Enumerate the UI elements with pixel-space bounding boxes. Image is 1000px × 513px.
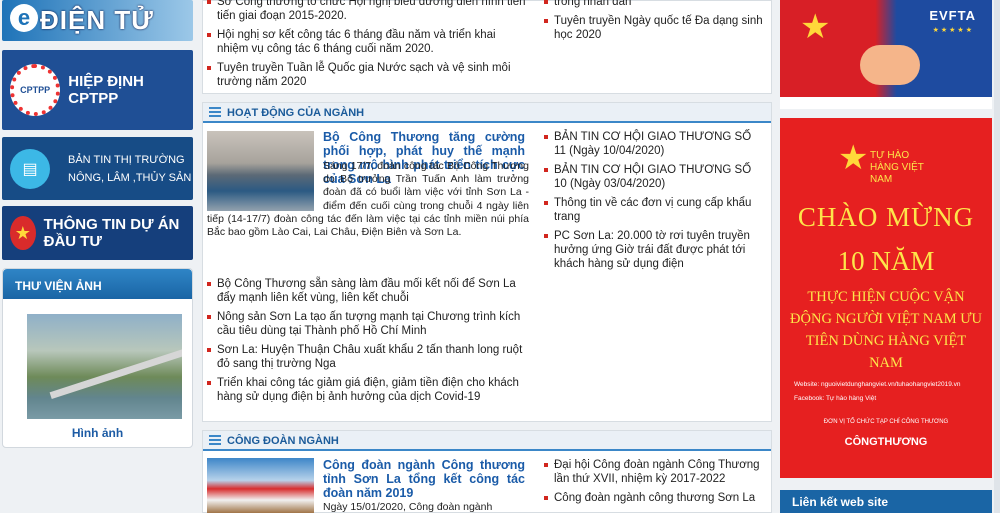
list-item[interactable]: Triển khai công tác giảm giá điện, giảm … bbox=[207, 376, 529, 404]
campaign-tuhao: TỰ HÀO HÀNG VIỆT NAM bbox=[870, 150, 924, 185]
photo-library: THƯ VIỆN ẢNH Hình ảnh bbox=[2, 268, 193, 448]
campaign-website: Website: nguoivietdunghangviet.vn/tuhaoh… bbox=[794, 381, 961, 388]
ban-tin-thi-truong-banner[interactable]: ▤ BẢN TIN THỊ TRƯỜNG NÔNG, LÂM ,THỦY SẢN bbox=[2, 137, 193, 200]
list-item[interactable]: Nông sản Sơn La tạo ấn tượng mạnh tại Ch… bbox=[207, 310, 529, 338]
vietnam-star-icon: ★ bbox=[800, 8, 831, 46]
dien-tu-banner[interactable]: e ĐIỆN TỬ bbox=[2, 0, 193, 41]
list-item[interactable]: Tuyên truyền Tuần lễ Quốc gia Nước sạch … bbox=[207, 61, 529, 89]
list-item[interactable]: Tuyên truyền Ngày quốc tế Đa dạng sinh h… bbox=[544, 14, 766, 42]
ban-tin-line-1: BẢN TIN THỊ TRƯỜNG bbox=[68, 153, 185, 166]
campaign-contacts: Website: nguoivietdunghangviet.vn/tuhaoh… bbox=[794, 378, 986, 406]
news-top-box: Sở Công thương tổ chức Hội nghị biểu dươ… bbox=[202, 0, 772, 94]
hoat-dong-left-list: Bộ Công Thương sẵn sàng làm đầu mối kết … bbox=[207, 277, 529, 409]
eu-stars-icon: ★★★★★ bbox=[932, 27, 974, 34]
star-icon: ★ bbox=[838, 139, 869, 177]
summary-float-spacer bbox=[207, 160, 323, 212]
cong-doan-image[interactable] bbox=[207, 458, 314, 513]
list-item[interactable]: Đại hội Công đoàn ngành Công Thương lần … bbox=[544, 458, 766, 486]
ban-tin-label: BẢN TIN THỊ TRƯỜNG NÔNG, LÂM ,THỦY SẢN bbox=[68, 151, 191, 187]
du-an-label: THÔNG TIN DỰ ÁN ĐẦU TƯ bbox=[43, 216, 180, 250]
list-item[interactable]: Sơn La: Huyện Thuận Châu xuất khẩu 2 tấn… bbox=[207, 343, 529, 371]
document-icon: ▤ bbox=[10, 148, 50, 189]
bridge-shape bbox=[49, 345, 182, 400]
list-item[interactable]: Sở Công thương tổ chức Hội nghị biểu dươ… bbox=[207, 0, 529, 23]
section-header: HOẠT ĐỘNG CỦA NGÀNH bbox=[203, 103, 771, 123]
campaign-banner[interactable]: ★ TỰ HÀO HÀNG VIỆT NAM CHÀO MỪNG 10 NĂM … bbox=[780, 118, 992, 478]
ie-logo-icon: e bbox=[10, 4, 38, 32]
campaign-organizer: ĐƠN VỊ TỔ CHỨC TẠP CHÍ CÔNG THƯƠNG bbox=[823, 419, 949, 425]
banner-strip bbox=[780, 97, 992, 109]
campaign-line-1: CHÀO MỪNG bbox=[797, 202, 975, 232]
links-heading: Liên kết web site bbox=[780, 490, 992, 513]
cong-doan-lead-title[interactable]: Công đoàn ngành Công thương tỉnh Sơn La … bbox=[323, 458, 525, 500]
list-item[interactable]: Thông tin về các đơn vị cung cấp khẩu tr… bbox=[544, 196, 766, 224]
handshake-icon bbox=[860, 45, 920, 85]
campaign-facebook: Facebook: Tự hào hàng Việt bbox=[794, 395, 877, 402]
campaign-line-2: 10 NĂM bbox=[837, 246, 935, 276]
lead-article-summary: Sáng 17/7, đoàn công tác Bộ Công Thương … bbox=[207, 160, 529, 239]
ban-tin-line-2: NÔNG, LÂM ,THỦY SẢN bbox=[68, 171, 192, 184]
cong-doan-section: CÔNG ĐOÀN NGÀNH Công đoàn ngành Công thư… bbox=[202, 430, 772, 513]
campaign-line-3: THỰC HIỆN CUỘC VẬN ĐỘNG NGƯỜI VIỆT NAM Ư… bbox=[790, 289, 982, 371]
evfta-label: EVFTA bbox=[929, 8, 976, 23]
list-item[interactable]: Bộ Công Thương sẵn sàng làm đầu mối kết … bbox=[207, 277, 529, 305]
top-right-list: trong nhân dân Tuyên truyền Ngày quốc tế… bbox=[544, 0, 766, 47]
section-title: CÔNG ĐOÀN NGÀNH bbox=[227, 435, 339, 447]
top-left-list: Sở Công thương tổ chức Hội nghị biểu dươ… bbox=[207, 0, 529, 94]
album-caption-link[interactable]: Hình ảnh bbox=[3, 426, 192, 440]
congthuong-logo: CÔNGTHƯƠNG bbox=[844, 436, 928, 448]
evfta-banner[interactable]: ★ EVFTA ★★★★★ bbox=[780, 0, 992, 109]
hoat-dong-right-list: BẢN TIN CƠ HỘI GIAO THƯƠNG SỐ 11 (Ngày 1… bbox=[544, 130, 766, 276]
national-emblem-icon: ★ bbox=[10, 216, 36, 250]
page: e ĐIỆN TỬ CPTPP HIỆP ĐỊNH CPTPP ▤ BẢN TI… bbox=[0, 0, 1000, 513]
section-title: HOẠT ĐỘNG CỦA NGÀNH bbox=[227, 107, 365, 119]
du-an-dau-tu-banner[interactable]: ★ THÔNG TIN DỰ ÁN ĐẦU TƯ bbox=[2, 206, 193, 260]
cong-doan-lead-summary: Ngày 15/01/2020, Công đoàn ngành bbox=[323, 501, 493, 513]
cptpp-label: HIỆP ĐỊNH CPTPP bbox=[68, 73, 144, 107]
section-marker-icon bbox=[209, 107, 221, 117]
list-item[interactable]: Công đoàn ngành công thương Sơn La bbox=[544, 491, 766, 505]
hoat-dong-section: HOẠT ĐỘNG CỦA NGÀNH Bộ Công Thương tăng … bbox=[202, 102, 772, 422]
section-marker-icon bbox=[209, 435, 221, 445]
list-item[interactable]: trong nhân dân bbox=[544, 0, 766, 9]
cptpp-emblem-icon: CPTPP bbox=[10, 64, 61, 116]
album-photo[interactable] bbox=[27, 314, 182, 419]
scrollbar[interactable] bbox=[994, 0, 1000, 513]
photo-library-title: THƯ VIỆN ẢNH bbox=[3, 269, 192, 299]
list-item[interactable]: BẢN TIN CƠ HỘI GIAO THƯƠNG SỐ 11 (Ngày 1… bbox=[544, 130, 766, 158]
list-item[interactable]: PC Sơn La: 20.000 tờ rơi tuyên truyền hư… bbox=[544, 229, 766, 271]
list-item[interactable]: Hội nghị sơ kết công tác 6 tháng đầu năm… bbox=[207, 28, 529, 56]
cptpp-banner[interactable]: CPTPP HIỆP ĐỊNH CPTPP bbox=[2, 50, 193, 130]
list-item[interactable]: BẢN TIN CƠ HỘI GIAO THƯƠNG SỐ 10 (Ngày 0… bbox=[544, 163, 766, 191]
cong-doan-right-list: Đại hội Công đoàn ngành Công Thương lần … bbox=[544, 458, 766, 510]
section-header: CÔNG ĐOÀN NGÀNH bbox=[203, 431, 771, 451]
